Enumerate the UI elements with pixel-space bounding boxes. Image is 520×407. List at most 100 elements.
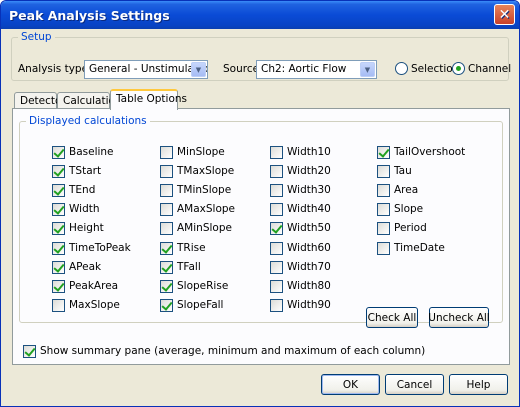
uncheck-all-label: Uncheck All: [428, 311, 490, 324]
ok-label: OK: [342, 378, 359, 391]
analysis-type-label: Analysis type:: [18, 63, 92, 75]
tab-table-options[interactable]: Table Options: [110, 89, 187, 110]
source-select[interactable]: Ch2: Aortic Flow ▼: [256, 60, 377, 79]
calc-checkbox[interactable]: [270, 298, 283, 312]
cancel-button[interactable]: Cancel: [385, 374, 444, 395]
calc-checkbox[interactable]: [160, 222, 173, 236]
source-value: Ch2: Aortic Flow: [261, 63, 347, 75]
selection-radio[interactable]: [395, 62, 408, 75]
calc-checkbox-label[interactable]: Width80: [287, 280, 331, 292]
calc-checkbox-label[interactable]: Width: [69, 203, 100, 215]
calc-checkbox-label[interactable]: Width60: [287, 242, 331, 254]
ok-button[interactable]: OK: [321, 374, 380, 395]
calc-checkbox[interactable]: [160, 203, 173, 217]
calc-checkbox[interactable]: [270, 146, 283, 159]
calc-checkbox-label[interactable]: Area: [394, 184, 418, 196]
calc-checkbox[interactable]: [52, 298, 65, 312]
calc-checkbox[interactable]: [160, 146, 173, 159]
calc-checkbox-label[interactable]: TRise: [177, 242, 206, 254]
table-options-panel: Displayed calculations Baseline TStart TEn…: [12, 108, 510, 365]
calc-checkbox[interactable]: [52, 222, 65, 236]
calc-checkbox[interactable]: [52, 203, 65, 217]
summary-checkbox-box[interactable]: [23, 345, 36, 358]
calc-checkbox[interactable]: [160, 184, 173, 198]
calc-checkbox[interactable]: [270, 184, 283, 198]
calc-checkbox[interactable]: [52, 241, 65, 255]
calc-checkbox[interactable]: [270, 222, 283, 236]
calc-checkbox-label[interactable]: AMinSlope: [177, 222, 232, 234]
channel-radio-label[interactable]: Channel: [468, 63, 511, 75]
dialog-window: Peak Analysis Settings ✕ Setup Analysis …: [0, 0, 520, 407]
uncheck-all-button[interactable]: Uncheck All: [428, 307, 490, 328]
calc-checkbox-label[interactable]: Tau: [394, 165, 412, 177]
calc-checkbox-label[interactable]: TEnd: [69, 184, 95, 196]
window-title: Peak Analysis Settings: [9, 7, 170, 23]
calc-checkbox[interactable]: [270, 279, 283, 293]
calc-checkbox[interactable]: [52, 260, 65, 274]
calc-checkbox[interactable]: [377, 165, 390, 179]
calc-checkbox[interactable]: [270, 203, 283, 217]
calc-checkbox-label[interactable]: TMaxSlope: [177, 165, 234, 177]
close-button[interactable]: ✕: [494, 4, 515, 25]
calc-checkbox-label[interactable]: APeak: [69, 261, 101, 273]
calc-checkbox-label[interactable]: Period: [394, 222, 427, 234]
setup-legend: Setup: [21, 31, 52, 43]
check-all-label: Check All: [367, 311, 417, 324]
chevron-down-icon[interactable]: ▼: [360, 62, 375, 77]
calc-checkbox-label[interactable]: MaxSlope: [69, 299, 120, 311]
displayed-calculations-group: Displayed calculations Baseline TStart TEn…: [19, 115, 503, 328]
calc-checkbox[interactable]: [52, 184, 65, 198]
calc-checkbox[interactable]: [160, 298, 173, 312]
calc-checkbox-label[interactable]: PeakArea: [69, 280, 118, 292]
calc-checkbox-label[interactable]: Width70: [287, 261, 331, 273]
calc-checkbox[interactable]: [160, 165, 173, 179]
calc-checkbox[interactable]: [160, 279, 173, 293]
calc-checkbox-label[interactable]: Width90: [287, 299, 331, 311]
setup-group: Setup Analysis type: General - Unstimula…: [11, 31, 511, 81]
calc-checkbox[interactable]: [52, 146, 65, 159]
calc-checkbox-label[interactable]: TimeToPeak: [69, 242, 131, 254]
tab-calculations[interactable]: Calculations: [57, 92, 127, 109]
tab-table-options-label: Table Options: [116, 93, 188, 105]
calc-checkbox[interactable]: [270, 165, 283, 179]
calc-checkbox-label[interactable]: TFall: [177, 261, 201, 273]
title-bar[interactable]: Peak Analysis Settings ✕: [1, 1, 519, 29]
calc-checkbox-label[interactable]: SlopeRise: [177, 280, 228, 292]
calc-checkbox[interactable]: [52, 165, 65, 179]
calc-checkbox-label[interactable]: Width20: [287, 165, 331, 177]
calc-checkbox[interactable]: [270, 260, 283, 274]
calc-checkbox[interactable]: [377, 203, 390, 217]
calc-checkbox[interactable]: [377, 146, 390, 159]
calc-checkbox-label[interactable]: TMinSlope: [177, 184, 231, 196]
calc-checkbox-label[interactable]: SlopeFall: [177, 299, 223, 311]
calc-checkbox-label[interactable]: TimeDate: [394, 242, 445, 254]
close-icon: ✕: [498, 6, 511, 23]
calc-checkbox[interactable]: [160, 241, 173, 255]
calc-checkbox[interactable]: [377, 241, 390, 255]
calc-checkbox-label[interactable]: TStart: [69, 165, 101, 177]
help-button[interactable]: Help: [449, 374, 508, 395]
calc-checkbox-label[interactable]: TailOvershoot: [394, 146, 465, 158]
calc-checkbox-label[interactable]: MinSlope: [177, 146, 225, 158]
calc-checkbox-label[interactable]: Slope: [394, 203, 423, 215]
calc-checkbox[interactable]: [160, 260, 173, 274]
calc-checkbox-label[interactable]: Width10: [287, 146, 331, 158]
check-all-button[interactable]: Check All: [366, 307, 418, 328]
channel-radio[interactable]: [452, 62, 465, 75]
calc-checkbox-label[interactable]: Width40: [287, 203, 331, 215]
dialog-body: Setup Analysis type: General - Unstimula…: [4, 29, 516, 405]
calc-checkbox[interactable]: [270, 241, 283, 255]
calc-checkbox-label[interactable]: Width30: [287, 184, 331, 196]
calc-checkbox[interactable]: [377, 222, 390, 236]
calc-checkbox-label[interactable]: Baseline: [69, 146, 114, 158]
displayed-calculations-legend: Displayed calculations: [29, 115, 147, 127]
tab-detector[interactable]: Detector: [14, 92, 66, 109]
calc-checkbox[interactable]: [377, 184, 390, 198]
calc-checkbox-label[interactable]: Height: [69, 222, 104, 234]
calc-checkbox-label[interactable]: AMaxSlope: [177, 203, 235, 215]
chevron-down-icon[interactable]: ▼: [191, 62, 206, 77]
summary-checkbox-label[interactable]: Show summary pane (average, minimum and …: [40, 345, 425, 357]
analysis-type-select[interactable]: General - Unstimulated ▼: [84, 60, 208, 79]
calc-checkbox-label[interactable]: Width50: [287, 222, 331, 234]
calc-checkbox[interactable]: [52, 279, 65, 293]
